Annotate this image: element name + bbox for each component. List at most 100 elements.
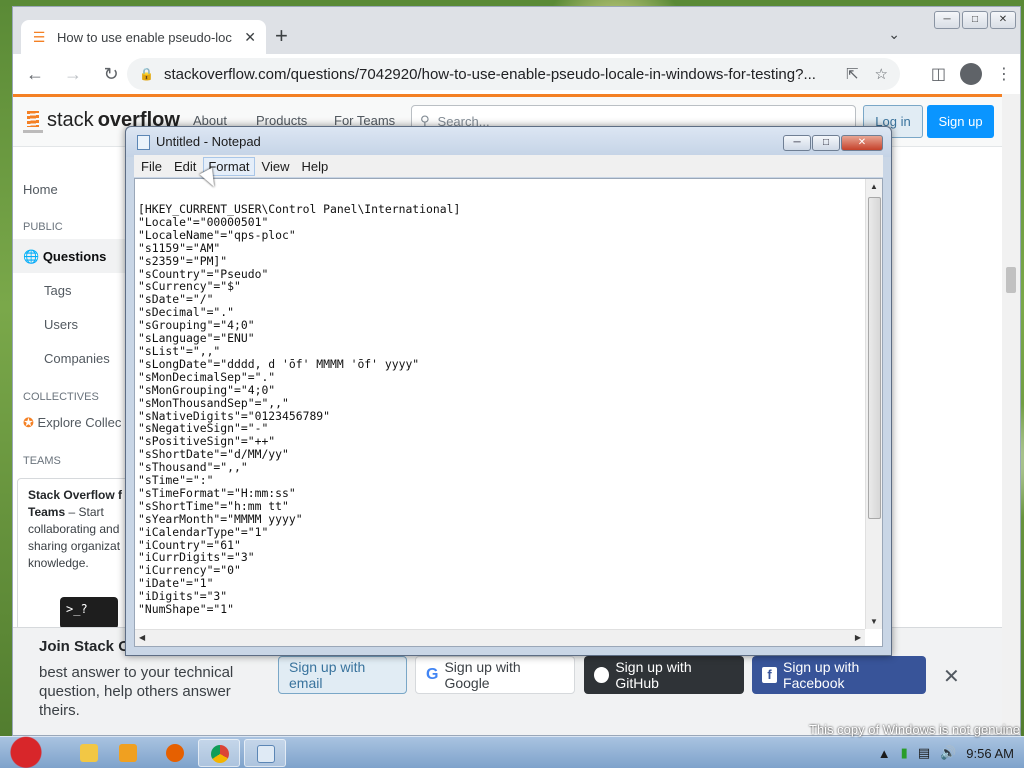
menu-help[interactable]: Help — [296, 157, 333, 176]
address-bar[interactable]: 🔒 stackoverflow.com/questions/7042920/ho… — [127, 58, 900, 90]
signup-button[interactable]: Sign up — [927, 105, 994, 138]
start-button[interactable] — [6, 733, 46, 768]
plus-icon[interactable]: + — [275, 24, 288, 48]
star-icon[interactable]: ☆ — [875, 65, 888, 83]
notepad-content[interactable]: [HKEY_CURRENT_USER\Control Panel\Interna… — [138, 203, 860, 626]
notepad-line[interactable]: "iCurrency"="0" — [138, 564, 860, 577]
taskbar-chrome[interactable] — [198, 739, 240, 767]
notepad-line[interactable]: "s1159"="AM" — [138, 241, 860, 255]
reload-icon[interactable]: ↻ — [95, 58, 127, 90]
sidebar-item-companies[interactable]: Companies — [44, 351, 110, 366]
close-icon[interactable]: ✕ — [244, 29, 256, 46]
facebook-icon: f — [762, 667, 778, 683]
taskbar-explorer[interactable] — [68, 739, 110, 767]
signup-google-button[interactable]: G Sign up with Google — [415, 656, 575, 694]
notepad-scroll-thumb[interactable] — [868, 197, 881, 519]
sidebar-item-questions[interactable]: 🌐 Questions — [23, 249, 106, 265]
lock-icon[interactable]: 🔒 — [139, 67, 154, 81]
notepad-line[interactable]: "iDigits"="3" — [138, 590, 860, 603]
close-button[interactable]: ✕ — [990, 11, 1016, 29]
notepad-line[interactable]: "sList"=",," — [138, 345, 860, 358]
teams-promo: Stack Overflow f Teams – Start collabora… — [17, 478, 141, 638]
scroll-down-icon[interactable]: ▼ — [870, 617, 878, 626]
notepad-line[interactable]: [HKEY_CURRENT_USER\Control Panel\Interna… — [138, 203, 860, 216]
notepad-line[interactable]: "sTimeFormat"="H:mm:ss" — [138, 487, 860, 500]
scroll-left-icon[interactable]: ◀ — [139, 633, 145, 642]
close-icon[interactable]: ✕ — [943, 664, 960, 689]
teams-title: Stack Overflow f — [28, 488, 123, 502]
notepad-line[interactable]: "iCalendarType"="1" — [138, 525, 860, 539]
maximize-button[interactable]: □ — [962, 11, 988, 29]
show-hidden-icons[interactable]: ▲ — [878, 746, 891, 761]
browser-tab[interactable]: ☰ How to use enable pseudo-loc ✕ — [21, 20, 266, 54]
notepad-line[interactable]: "sThousand"=",," — [138, 461, 860, 474]
notepad-horizontal-scrollbar[interactable]: ◀ ▶ — [135, 629, 865, 646]
sidebar-item-questions-label: Questions — [42, 249, 107, 264]
notepad-line[interactable]: "LocaleName"="qps-ploc" — [138, 228, 860, 242]
taskbar-media[interactable] — [107, 739, 149, 767]
signup-github-label: Sign up with GitHub — [615, 659, 692, 691]
notepad-line[interactable]: "sShortTime"="h:mm tt" — [138, 499, 860, 513]
github-icon — [594, 667, 610, 683]
sidebar-item-home[interactable]: Home — [23, 182, 58, 197]
notepad-line[interactable]: "s2359"="PM]" — [138, 254, 860, 268]
notepad-vertical-scrollbar[interactable]: ▲ ▼ — [865, 179, 882, 629]
network-icon[interactable]: ▤ — [918, 745, 930, 761]
url-text[interactable]: stackoverflow.com/questions/7042920/how-… — [164, 66, 836, 83]
notepad-line[interactable]: "sCurrency"="$" — [138, 280, 860, 293]
notepad-line[interactable]: "NumShape"="1" — [138, 603, 860, 616]
page-scroll-thumb[interactable] — [1006, 267, 1016, 293]
notepad-close-button[interactable]: ✕ — [841, 135, 883, 151]
notepad-maximize-button[interactable]: □ — [812, 135, 840, 151]
notepad-line[interactable]: "sLongDate"="dddd, d 'ōf' MMMM 'ōf' yyyy… — [138, 357, 860, 371]
menu-icon[interactable]: ⋮ — [996, 64, 1012, 84]
notepad-line[interactable]: "sYearMonth"="MMMM yyyy" — [138, 512, 860, 526]
chrome-icon — [211, 745, 229, 763]
menu-view[interactable]: View — [257, 157, 295, 176]
sidebar-item-tags[interactable]: Tags — [44, 283, 71, 298]
notepad-line[interactable]: "iCurrDigits"="3" — [138, 551, 860, 564]
notepad-titlebar[interactable]: Untitled - Notepad ─ □ ✕ — [126, 127, 891, 157]
notepad-line[interactable]: "sMonDecimalSep"="." — [138, 370, 860, 384]
scroll-up-icon[interactable]: ▲ — [870, 182, 878, 191]
notepad-icon — [137, 135, 150, 150]
minimize-button[interactable]: ─ — [934, 11, 960, 29]
taskbar-firefox[interactable] — [154, 739, 196, 767]
notepad-line[interactable]: "sMonThousandSep"=",," — [138, 396, 860, 410]
clock[interactable]: 9:56 AM — [966, 746, 1014, 761]
notepad-line[interactable]: "sLanguage"="ENU" — [138, 332, 860, 345]
battery-icon[interactable]: ▮ — [901, 745, 908, 761]
notepad-text-area[interactable]: [HKEY_CURRENT_USER\Control Panel\Interna… — [134, 178, 883, 647]
window-controls: ─ □ ✕ — [934, 11, 1016, 29]
sidebar-item-users[interactable]: Users — [44, 317, 78, 332]
notepad-line[interactable]: "sDate"="/" — [138, 293, 860, 306]
menu-edit[interactable]: Edit — [169, 157, 201, 176]
chevron-down-icon[interactable]: ⌄ — [888, 26, 900, 43]
forward-icon[interactable]: → — [57, 58, 89, 90]
page-scrollbar[interactable] — [1002, 94, 1020, 735]
notepad-menubar: File Edit Format View Help — [134, 155, 883, 177]
notepad-line[interactable]: "sCountry"="Pseudo" — [138, 267, 860, 281]
back-icon[interactable]: ← — [19, 58, 51, 90]
windows-taskbar: ▲ ▮ ▤ 🔊 9:56 AM — [0, 736, 1024, 768]
sidebar-heading-public: PUBLIC — [23, 221, 63, 233]
taskbar-notepad[interactable] — [244, 739, 286, 767]
scroll-right-icon[interactable]: ▶ — [855, 633, 861, 642]
signup-github-button[interactable]: Sign up with GitHub — [584, 656, 744, 694]
tab-title: How to use enable pseudo-loc — [57, 29, 232, 45]
signup-facebook-button[interactable]: f Sign up with Facebook — [752, 656, 926, 694]
sidebar-icon[interactable]: ◫ — [931, 64, 946, 84]
notepad-line[interactable]: "sMonGrouping"="4;0" — [138, 383, 860, 397]
share-icon[interactable]: ⇱ — [846, 65, 859, 83]
notepad-line[interactable]: "iDate"="1" — [138, 577, 860, 590]
notepad-window: Untitled - Notepad ─ □ ✕ File Edit Forma… — [125, 126, 892, 656]
notepad-line[interactable]: "sTime"=":" — [138, 474, 860, 487]
volume-icon[interactable]: 🔊 — [940, 745, 956, 761]
menu-file[interactable]: File — [136, 157, 167, 176]
notepad-minimize-button[interactable]: ─ — [783, 135, 811, 151]
notepad-line[interactable]: "Locale"="00000501" — [138, 216, 860, 229]
browser-toolbar: ← → ↻ 🔒 stackoverflow.com/questions/7042… — [13, 54, 1020, 94]
sidebar-item-explore-collectives[interactable]: ✪ Explore Collec — [23, 415, 121, 431]
signup-email-button[interactable]: Sign up with email — [278, 656, 407, 694]
profile-icon[interactable] — [960, 63, 982, 85]
